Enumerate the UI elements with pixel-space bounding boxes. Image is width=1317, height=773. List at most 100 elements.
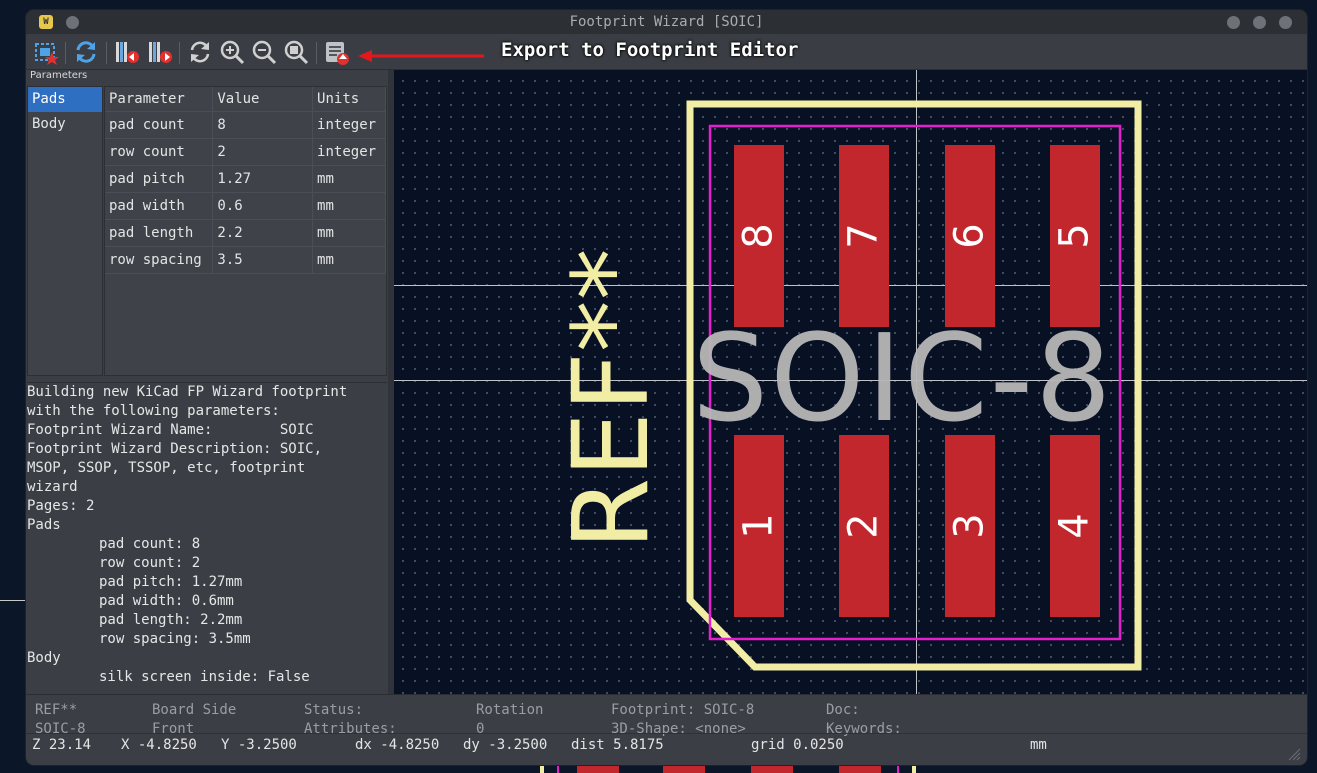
- status-status-label: Status:: [304, 702, 364, 718]
- redraw-button[interactable]: [186, 38, 214, 66]
- status-bar: REF** SOIC-8 Board Side Front Status: At…: [26, 694, 1307, 765]
- footprint-wizard-window: W Footprint Wizard [SOIC] Export to Foot…: [26, 10, 1307, 765]
- table-row: pad width 0.6 mm: [105, 192, 386, 220]
- param-units: mm: [312, 192, 386, 220]
- window-button-icon[interactable]: [66, 16, 79, 29]
- pad-number: 7: [840, 223, 887, 249]
- pad[interactable]: 6: [945, 145, 995, 327]
- pad[interactable]: 1: [734, 435, 784, 617]
- column-header-value[interactable]: Value: [212, 87, 314, 112]
- param-name: pad pitch: [105, 165, 214, 193]
- param-units: integer: [312, 111, 386, 139]
- column-header-parameter[interactable]: Parameter: [105, 87, 214, 112]
- dist-readout: dist 5.8175: [571, 737, 664, 753]
- status-attributes-label: Attributes:: [304, 721, 397, 737]
- pad[interactable]: 5: [1050, 145, 1100, 327]
- status-value: SOIC-8: [35, 721, 86, 737]
- close-button[interactable]: [1279, 16, 1292, 29]
- table-row: row count 2 integer: [105, 138, 386, 166]
- message-line: MSOP, SSOP, TSSOP, etc, footprint: [27, 460, 306, 476]
- param-name: pad length: [105, 219, 214, 247]
- status-rotation: 0: [476, 721, 485, 737]
- minimize-button[interactable]: [1227, 16, 1240, 29]
- redraw-icon: [190, 41, 210, 63]
- message-line: Body: [27, 650, 61, 666]
- page-item-body[interactable]: Body: [28, 112, 102, 137]
- parameters-grid: Parameter Value Units pad count 8 intege…: [104, 86, 387, 376]
- pages-list: Pads Body: [27, 86, 103, 376]
- status-ref: REF**: [35, 702, 78, 718]
- select-wizard-button[interactable]: [32, 38, 60, 66]
- pad[interactable]: 4: [1050, 435, 1100, 617]
- param-units: mm: [312, 219, 386, 247]
- zoom-in-icon: [220, 40, 245, 65]
- toolbar-separator: [316, 42, 317, 64]
- param-units: mm: [312, 246, 386, 274]
- message-line: Building new KiCad FP Wizard footprint: [27, 384, 348, 400]
- table-row: pad length 2.2 mm: [105, 219, 386, 247]
- status-separator: [26, 733, 1307, 734]
- app-icon: W: [39, 15, 53, 29]
- status-rotation-label: Rotation: [476, 702, 544, 718]
- export-to-footprint-editor-button[interactable]: [323, 38, 351, 66]
- message-line: Footprint Wizard Name: SOIC: [27, 422, 314, 438]
- param-units: mm: [312, 165, 386, 193]
- page-item-pads[interactable]: Pads: [28, 87, 102, 112]
- units-readout: mm: [1030, 737, 1047, 753]
- param-value[interactable]: 3.5: [212, 246, 314, 274]
- maximize-button[interactable]: [1253, 16, 1266, 29]
- x-readout: X -4.8250: [121, 737, 197, 753]
- previous-page-button[interactable]: [113, 38, 141, 66]
- param-name: row spacing: [105, 246, 214, 274]
- y-readout: Y -3.2500: [221, 737, 297, 753]
- message-line: silk screen inside: False: [99, 669, 310, 685]
- footprint-preview-canvas[interactable]: 8 7 6 5 1 2 3 4 SOIC-8 REF**: [394, 70, 1307, 694]
- message-line: pad width: 0.6mm: [99, 593, 234, 609]
- pad-number: 4: [1051, 513, 1098, 539]
- param-name: row count: [105, 138, 214, 166]
- status-keywords: Keywords:: [826, 721, 902, 737]
- pad-number: 3: [946, 513, 993, 539]
- reset-parameters-button[interactable]: [72, 38, 100, 66]
- zoom-out-button[interactable]: [250, 38, 278, 66]
- next-page-button[interactable]: [146, 38, 174, 66]
- message-line: pad length: 2.2mm: [99, 612, 243, 628]
- pad[interactable]: 7: [839, 145, 889, 327]
- grid-header-row: Parameter Value Units: [105, 87, 386, 112]
- table-row: pad pitch 1.27 mm: [105, 165, 386, 193]
- zoom-out-icon: [252, 40, 277, 65]
- message-line: pad pitch: 1.27mm: [99, 574, 243, 590]
- message-line: row count: 2: [99, 555, 201, 571]
- footprint-value-text: SOIC-8: [692, 310, 1114, 449]
- pad-number: 2: [840, 513, 887, 539]
- zoom-fit-button[interactable]: [282, 38, 310, 66]
- title-bar[interactable]: W Footprint Wizard [SOIC]: [26, 10, 1307, 34]
- resize-grip-icon[interactable]: [1287, 747, 1301, 761]
- zoom-fit-icon: [284, 40, 309, 65]
- status-board-side-label: Board Side: [152, 702, 237, 718]
- message-line: Pages: 2: [27, 498, 95, 514]
- param-value[interactable]: 0.6: [212, 192, 314, 220]
- message-line: with the following parameters:: [27, 403, 280, 419]
- param-name: pad count: [105, 111, 214, 139]
- param-value[interactable]: 2.2: [212, 219, 314, 247]
- pad[interactable]: 3: [945, 435, 995, 617]
- param-value[interactable]: 2: [212, 138, 314, 166]
- column-header-units[interactable]: Units: [312, 87, 386, 112]
- table-row: pad count 8 integer: [105, 111, 386, 139]
- window-title: Footprint Wizard [SOIC]: [569, 14, 764, 30]
- pad[interactable]: 8: [734, 145, 784, 327]
- status-3d-shape: 3D-Shape: <none>: [611, 721, 746, 737]
- status-board-side: Front: [152, 721, 195, 737]
- build-messages[interactable]: Building new KiCad FP Wizard footprint w…: [27, 382, 387, 694]
- footprint-reference-text: REF**: [550, 248, 672, 550]
- param-value[interactable]: 8: [212, 111, 314, 139]
- annotation-arrow-icon: [358, 50, 484, 62]
- pad[interactable]: 2: [839, 435, 889, 617]
- param-name: pad width: [105, 192, 214, 220]
- zoom-in-button[interactable]: [218, 38, 246, 66]
- toolbar-separator: [65, 42, 66, 64]
- status-footprint: Footprint: SOIC-8: [611, 702, 755, 718]
- zoom-readout: Z 23.14: [32, 737, 92, 753]
- param-value[interactable]: 1.27: [212, 165, 314, 193]
